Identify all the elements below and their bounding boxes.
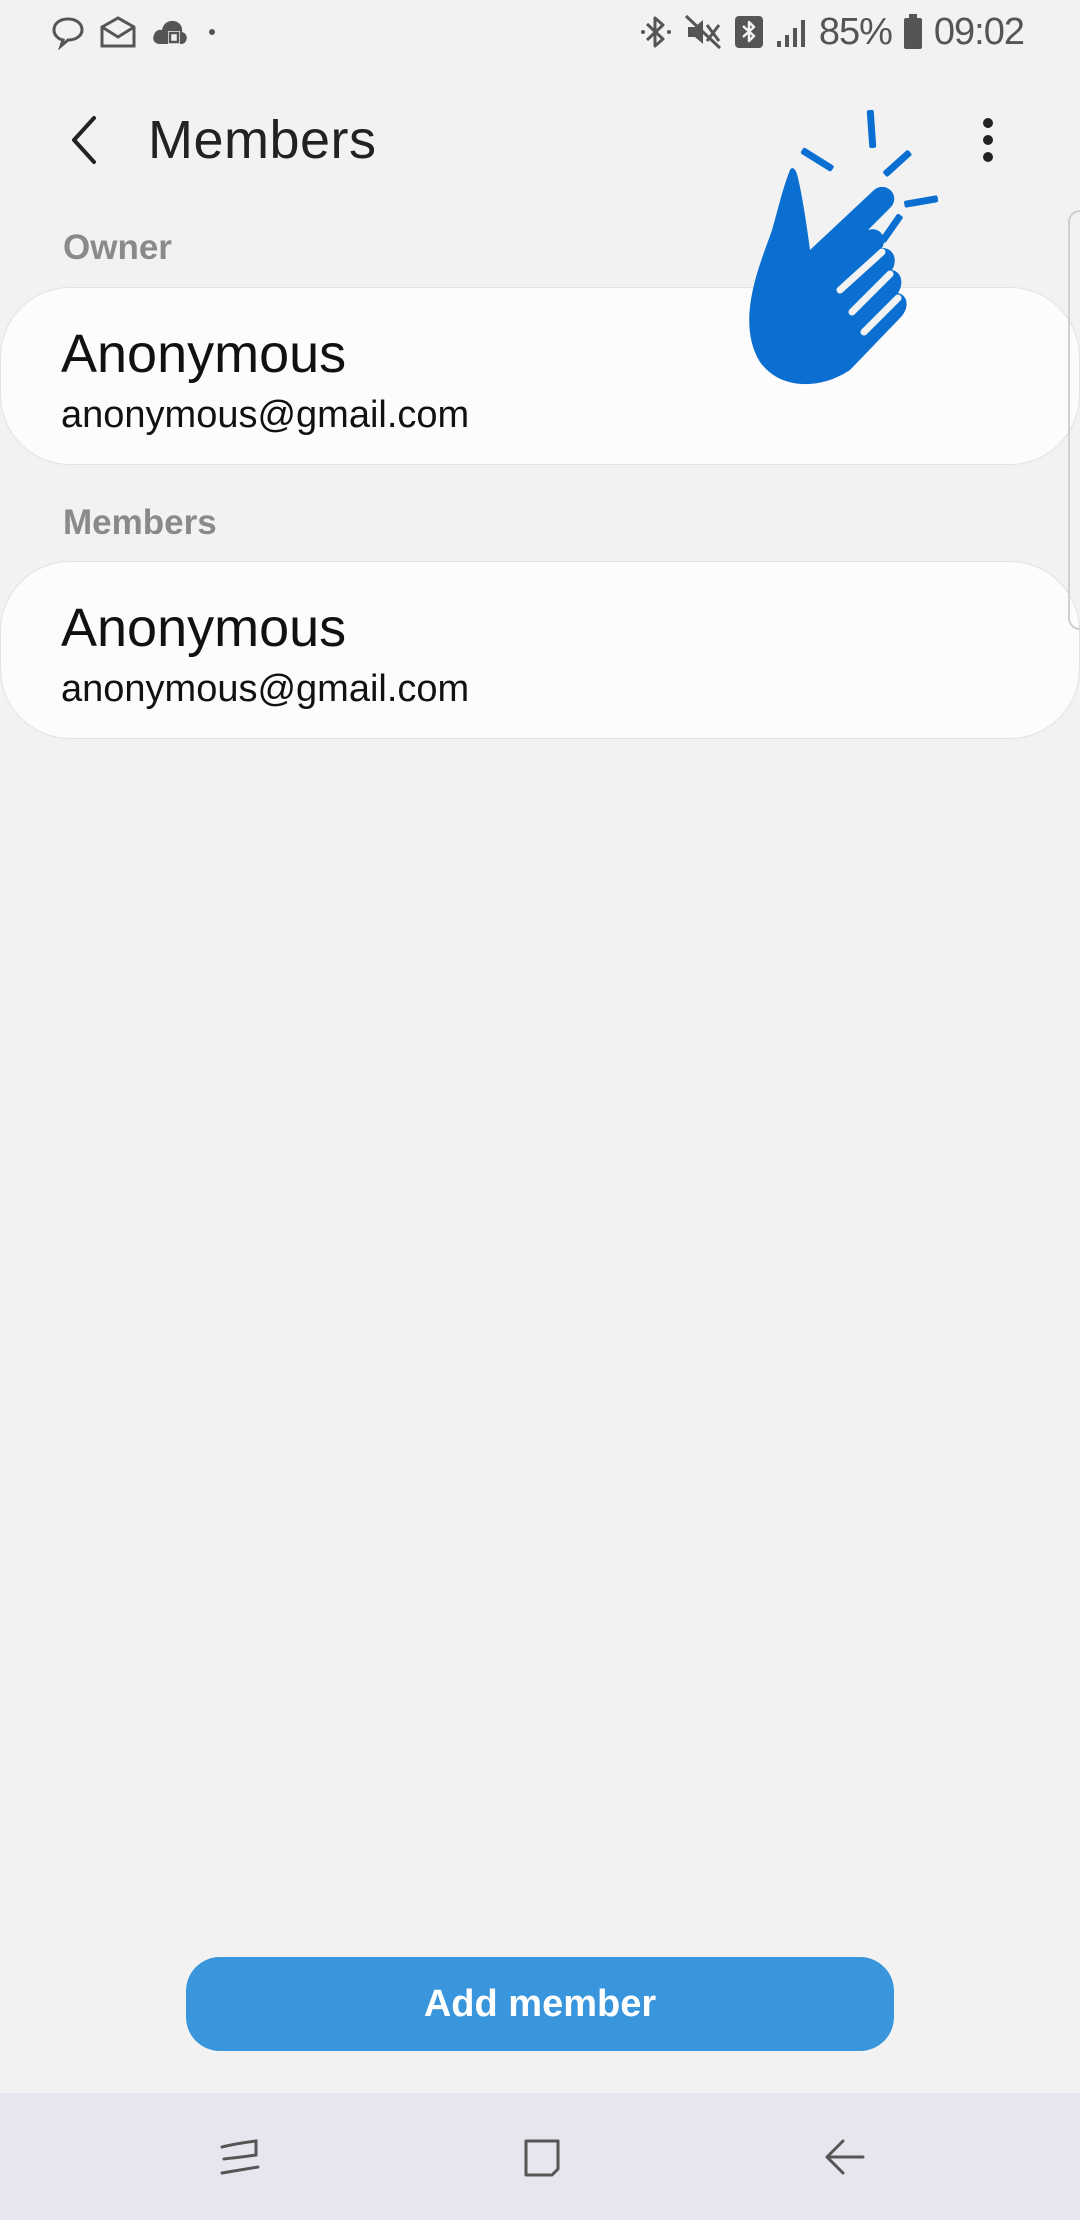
mail-icon bbox=[98, 15, 138, 49]
recent-apps-icon bbox=[216, 2133, 264, 2181]
edge-panel-handle[interactable] bbox=[1068, 210, 1080, 630]
tap-hand-icon bbox=[740, 100, 970, 400]
system-status-icons: 85% 09:02 bbox=[639, 10, 1025, 54]
chat-bubble-icon bbox=[50, 14, 86, 50]
member-email: anonymous@gmail.com bbox=[61, 668, 470, 710]
owner-name: Anonymous bbox=[61, 324, 347, 384]
member-card[interactable]: Anonymous anonymous@gmail.com bbox=[0, 561, 1080, 739]
notification-icons bbox=[50, 12, 222, 52]
bluetooth-icon bbox=[639, 13, 673, 51]
battery-icon bbox=[902, 13, 924, 51]
members-section-header: Members bbox=[63, 503, 217, 542]
clock: 09:02 bbox=[933, 10, 1025, 53]
recent-apps-button[interactable] bbox=[210, 2127, 270, 2187]
battery-percent: 85% bbox=[818, 10, 893, 53]
member-name: Anonymous bbox=[61, 598, 347, 658]
back-nav-button[interactable] bbox=[815, 2127, 875, 2187]
home-button[interactable] bbox=[512, 2127, 572, 2187]
more-vert-icon bbox=[980, 115, 996, 165]
dot-icon bbox=[202, 22, 222, 42]
page-title: Members bbox=[148, 110, 377, 170]
home-icon bbox=[518, 2133, 566, 2181]
back-button[interactable] bbox=[52, 108, 116, 172]
owner-section-header: Owner bbox=[63, 228, 172, 267]
chevron-left-icon bbox=[64, 114, 104, 166]
navigation-bar bbox=[0, 2093, 1080, 2220]
bluetooth-box-icon bbox=[733, 13, 765, 51]
add-member-button[interactable]: Add member bbox=[186, 1957, 894, 2051]
back-nav-icon bbox=[821, 2133, 869, 2181]
mute-icon bbox=[683, 13, 723, 51]
status-bar: 85% 09:02 bbox=[0, 0, 1080, 66]
signal-icon bbox=[775, 15, 809, 49]
owner-email: anonymous@gmail.com bbox=[61, 394, 470, 436]
cloud-icon bbox=[150, 14, 190, 50]
more-options-button[interactable] bbox=[964, 106, 1012, 174]
